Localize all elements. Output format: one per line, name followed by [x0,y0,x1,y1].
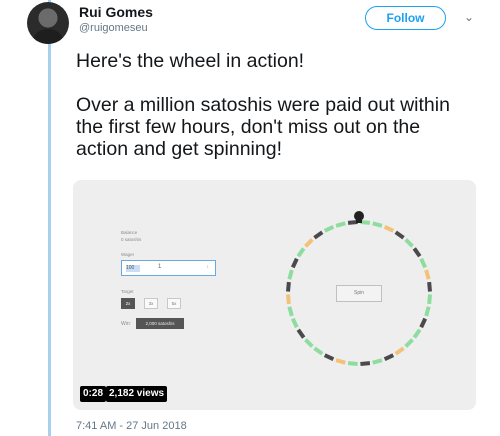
tweet-paragraph-1: Here's the wheel in action! [76,50,305,72]
balance-value: 0 satoshis [121,237,142,242]
wheel-segment [383,224,395,233]
wheel-segment [323,353,335,362]
wheel-segment [424,269,431,280]
wheel-segment [287,306,294,317]
target-2x-button[interactable]: 2x [121,298,135,309]
wheel-segment [335,358,346,365]
wheel-segment [404,338,414,348]
avatar[interactable] [27,2,69,44]
wheel-segment [419,257,428,269]
wheel-segment [347,361,358,366]
follow-button[interactable]: Follow [365,6,446,30]
wheel-segment [372,358,383,365]
wager-label: Wager [121,252,135,257]
wheel-segment [290,317,299,329]
author-name[interactable]: Rui Gomes [79,4,153,20]
wheel-segment [360,361,371,366]
wheel-segment [323,224,335,233]
wheel-segment [424,306,431,317]
spin-button[interactable]: Spin [336,285,382,302]
wheel-segment [427,294,432,305]
wheel-segment [394,346,405,356]
wheel-segment [372,221,383,228]
tweet-text: Here's the wheel in action! Over a milli… [76,50,476,160]
wheel-segment [290,257,299,269]
wheel-segment [287,269,294,280]
chevron-down-icon[interactable]: ⌄ [463,11,475,23]
wheel-segment [286,294,291,305]
target-5x-button[interactable]: 5x [167,298,181,309]
wheel-segment [383,353,395,362]
thread-line [48,0,51,436]
wager-input[interactable]: 100 1 ↕ [121,260,216,276]
target-3x-button[interactable]: 3x [144,298,158,309]
wheel-segment [313,346,324,356]
wheel-segment [394,230,405,240]
wheel-segment [404,238,414,248]
wager-selection: 100 [126,265,140,272]
balance-label: Balance [121,230,138,235]
wheel-segment [286,281,291,292]
video-duration: 0:28 [80,386,107,402]
wheel-segment [296,247,306,258]
wheel-segment [427,281,432,292]
wager-value: 1 [158,264,162,270]
stepper-icon: ↕ [206,264,210,270]
target-label: Target [121,289,134,294]
wheel-segment [412,328,422,339]
wheel-segment [304,238,314,248]
win-label: Win: [121,321,131,327]
wheel-segment [419,317,428,329]
tweet-paragraph-2: Over a million satoshis were paid out wi… [76,94,450,160]
wheel-segment [313,230,324,240]
wheel-segment [335,221,346,228]
tweet-timestamp[interactable]: 7:41 AM - 27 Jun 2018 [76,420,187,432]
wheel-segment [296,328,306,339]
wheel-segment [304,338,314,348]
win-value: 2,000 satoshis [136,318,184,329]
video-views: 2,182 views [106,386,168,402]
video-player[interactable]: Balance 0 satoshis Wager 100 1 ↕ Target … [73,180,476,410]
author-handle[interactable]: @ruigomeseu [79,22,148,34]
wheel-segment [412,247,422,258]
